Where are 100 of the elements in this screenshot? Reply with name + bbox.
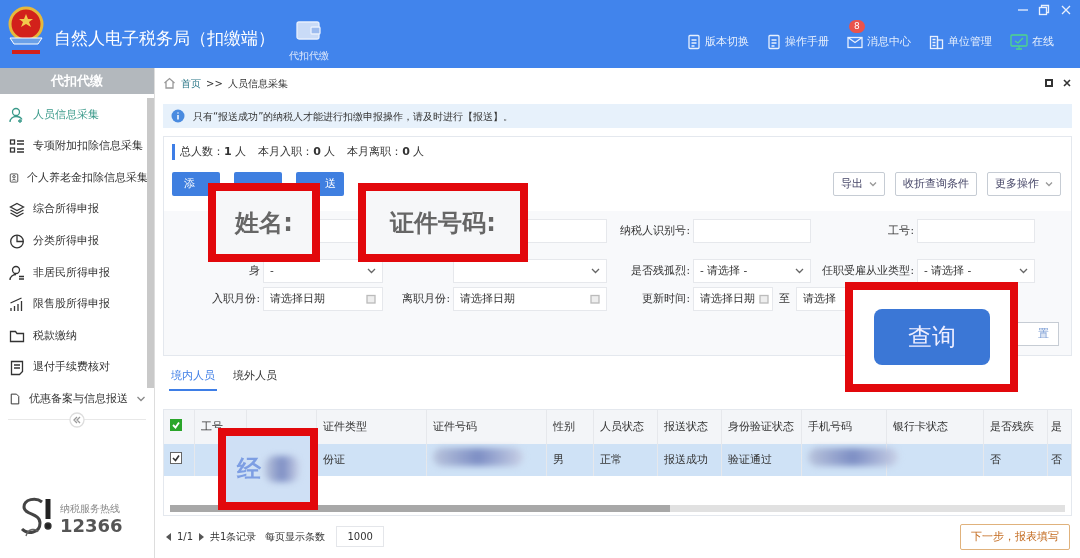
- bar-chart-icon: [9, 296, 25, 313]
- field-label: 身: [249, 264, 260, 277]
- date-field[interactable]: 请选择日期: [693, 287, 773, 311]
- date-field[interactable]: 请选择日期: [453, 287, 607, 311]
- range-separator: 至: [779, 290, 790, 307]
- notification-badge: 8: [849, 20, 865, 33]
- list-icon: [9, 138, 25, 155]
- field-label: 是否残孤烈:: [631, 264, 690, 277]
- id-card-icon: [9, 170, 19, 186]
- caret-icon: [1045, 181, 1053, 187]
- table-cell: 正常: [599, 452, 622, 465]
- info-icon: [171, 109, 185, 123]
- checkbox[interactable]: [170, 418, 182, 431]
- document-icon: [9, 359, 25, 376]
- caret-icon: [869, 181, 877, 187]
- layers-icon: [9, 201, 25, 218]
- sidebar-item[interactable]: 限售股所得申报: [0, 288, 148, 321]
- column-header[interactable]: 证件类型: [322, 419, 367, 432]
- hotline-number: 12366: [60, 515, 123, 536]
- select-field[interactable]: - 请选择 -: [917, 259, 1035, 283]
- next-icon: [198, 531, 206, 542]
- tab[interactable]: 境外人员: [231, 366, 279, 391]
- document-icon: [767, 34, 781, 51]
- toolbar-button[interactable]: 更多操作: [987, 172, 1061, 196]
- field-label: 纳税人识别号:: [620, 224, 690, 237]
- page-size-label: 每页显示条数: [265, 530, 326, 545]
- toolbar-button[interactable]: 收折查询条件: [895, 172, 977, 196]
- page-size-field[interactable]: 1000: [336, 526, 384, 548]
- field-label: 工号:: [888, 224, 914, 237]
- table-cell: 否: [989, 452, 1001, 465]
- previous-icon: [165, 531, 172, 542]
- field-label: 任职受雇从业类型:: [822, 264, 914, 277]
- column-header[interactable]: 手机号码: [807, 419, 852, 432]
- date-field[interactable]: 请选择日期: [263, 287, 383, 311]
- checkbox[interactable]: [170, 451, 182, 464]
- minimize-icon: [1018, 9, 1028, 11]
- zoomed-label: 证件号码:: [390, 207, 496, 239]
- document-icon: [687, 34, 701, 51]
- page-indicator: 1/1: [177, 530, 194, 545]
- breadcrumb-current: 人员信息采集: [227, 76, 288, 91]
- zoomed-label: 姓名:: [235, 207, 293, 239]
- sidebar-item[interactable]: 分类所得申报: [0, 225, 148, 257]
- sidebar-item[interactable]: 综合所得申报: [0, 193, 148, 226]
- next-step-button[interactable]: 下一步，报表填写: [960, 523, 1070, 550]
- maximize-icon: [1044, 78, 1054, 88]
- sidebar-item[interactable]: 专项附加扣除信息采集: [0, 130, 148, 163]
- select-field[interactable]: - 请选择 -: [693, 259, 811, 283]
- restore-icon: [1038, 4, 1050, 16]
- field-label: 离职月份:: [402, 292, 450, 305]
- envelope-icon: [847, 35, 863, 49]
- table-cell: 验证通过: [727, 452, 772, 465]
- sidebar-item[interactable]: 人员信息采集: [0, 99, 148, 131]
- breadcrumb-link[interactable]: 首页: [181, 75, 201, 91]
- column-header[interactable]: 是: [1050, 419, 1062, 432]
- document-icon: [9, 391, 21, 408]
- field-label: 更新时间:: [642, 292, 690, 305]
- column-header[interactable]: 证件号码: [432, 419, 477, 432]
- zoomed-query-button[interactable]: 查询: [873, 309, 990, 365]
- table-cell: 男: [552, 452, 564, 465]
- pie-chart-icon: [9, 233, 25, 250]
- breadcrumb-separator: >>: [206, 76, 223, 91]
- input-field[interactable]: [693, 219, 811, 243]
- stat-text: 本月离职：0 人: [347, 144, 425, 160]
- column-header[interactable]: 性别: [552, 419, 575, 432]
- input-field[interactable]: [917, 219, 1035, 243]
- toolbar-button[interactable]: 导出: [833, 172, 885, 196]
- stat-text: 总人数：1 人: [180, 144, 247, 160]
- sidebar-item[interactable]: 个人养老金扣除信息采集: [0, 162, 148, 194]
- chevron-down-icon: [1019, 268, 1028, 275]
- chevron-down-icon: [795, 268, 804, 275]
- table-cell: 否: [1050, 452, 1062, 465]
- blurred-value: [265, 456, 299, 482]
- chevron-down-icon: [591, 268, 600, 275]
- calendar-icon: [590, 294, 600, 305]
- chevron-down-icon: [136, 394, 146, 403]
- sidebar-item[interactable]: 非居民所得申报: [0, 256, 148, 289]
- select-field[interactable]: [453, 259, 607, 283]
- home-icon: [163, 77, 176, 89]
- app-title: 自然人电子税务局（扣缴端）: [54, 28, 275, 50]
- notice-text: 只有“报送成功”的纳税人才能进行扣缴申报操作，请及时进行【报送】。: [193, 109, 514, 124]
- wallet-icon: [295, 18, 323, 42]
- stat-text: 本月入职：0 人: [258, 144, 336, 160]
- sidebar-item[interactable]: 税款缴纳: [0, 320, 148, 352]
- scrollbar[interactable]: [147, 98, 154, 388]
- close-icon: [1060, 4, 1072, 16]
- monitor-icon: [1010, 34, 1028, 51]
- tab[interactable]: 境内人员: [169, 366, 217, 391]
- sidebar-item[interactable]: 退付手续费核对: [0, 351, 148, 384]
- building-icon: [929, 34, 944, 50]
- sidebar-item[interactable]: 优惠备案与信息报送: [0, 383, 148, 415]
- calendar-icon: [366, 294, 376, 305]
- record-count: 共1条记录: [210, 530, 257, 545]
- sidebar-title: 代扣代缴: [0, 68, 154, 94]
- field-label: 入职月份:: [212, 292, 260, 305]
- scrollbar[interactable]: [170, 504, 1065, 512]
- chevron-down-icon: [367, 268, 376, 275]
- table-cell: 份证: [322, 452, 345, 465]
- close-icon: [1062, 78, 1072, 88]
- hotline-label: 纳税服务热线: [60, 501, 121, 516]
- person-icon: [9, 264, 25, 281]
